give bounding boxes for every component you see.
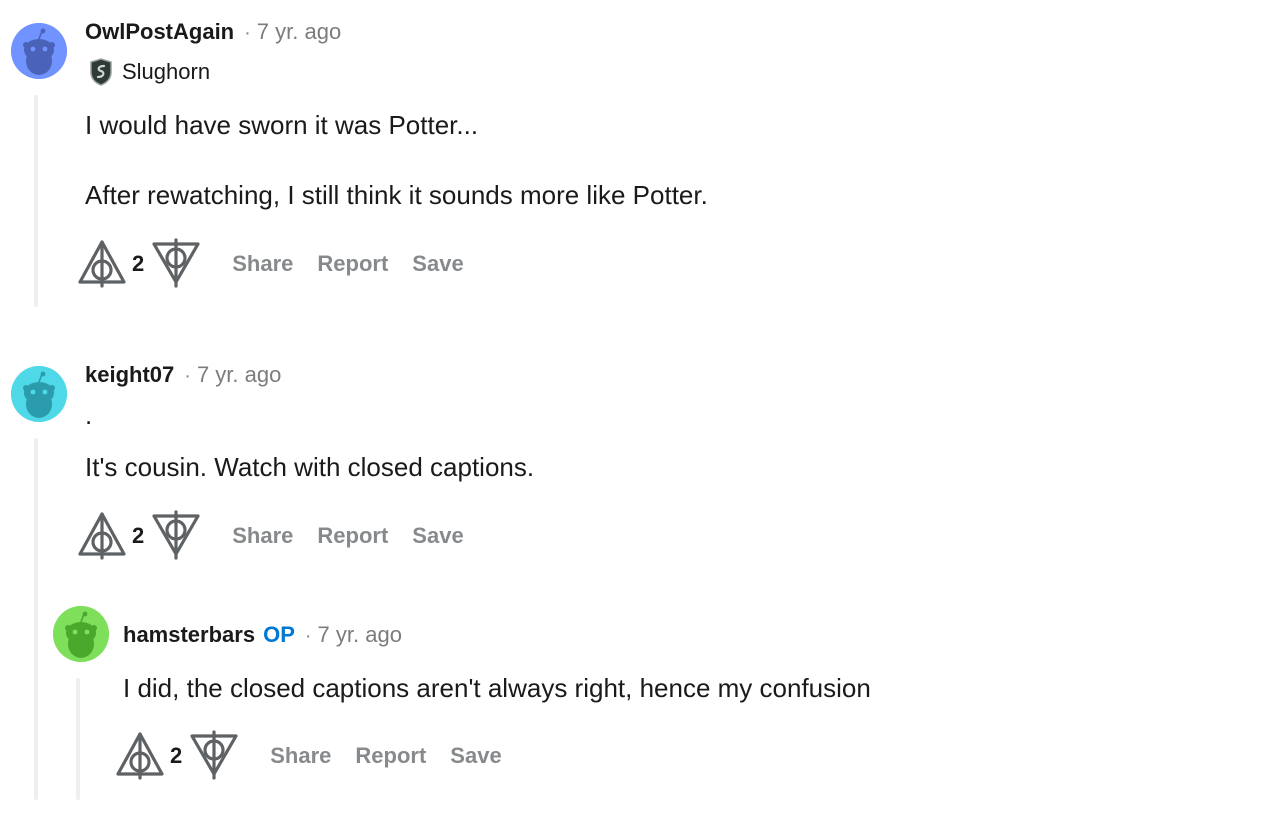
- flair-text: Slughorn: [122, 59, 211, 84]
- share-button[interactable]: Share: [232, 251, 293, 277]
- thread-line[interactable]: [34, 438, 38, 800]
- avatar[interactable]: [11, 23, 67, 79]
- slytherin-crest-icon: [90, 58, 112, 86]
- report-button[interactable]: Report: [317, 523, 388, 549]
- vote-score: 2: [170, 743, 183, 768]
- deathly-hallows-upvote-icon[interactable]: [76, 510, 128, 562]
- snoo-avatar-icon: [11, 23, 67, 79]
- avatar[interactable]: [53, 606, 109, 662]
- save-button[interactable]: Save: [412, 523, 463, 549]
- deathly-hallows-upvote-icon[interactable]: [76, 238, 128, 290]
- comment-actions: 2 Share Report Save: [76, 510, 464, 562]
- share-button[interactable]: Share: [232, 523, 293, 549]
- timestamp[interactable]: 7 yr. ago: [197, 362, 281, 388]
- meta-separator: ·: [184, 365, 191, 387]
- timestamp[interactable]: 7 yr. ago: [257, 19, 341, 45]
- comment-body-line: I would have sworn it was Potter...: [85, 110, 479, 140]
- report-button[interactable]: Report: [355, 743, 426, 769]
- comment-actions: 2 Share Report Save: [114, 730, 502, 782]
- comment-body-line: After rewatching, I still think it sound…: [85, 180, 708, 210]
- author-name[interactable]: keight07: [85, 362, 174, 388]
- comment-body-line: It's cousin. Watch with closed captions.: [85, 452, 535, 482]
- user-flair: Slughorn: [88, 58, 210, 86]
- deathly-hallows-downvote-icon[interactable]: [150, 238, 202, 290]
- vote-score: 2: [132, 251, 145, 276]
- meta-separator: ·: [304, 625, 312, 647]
- thread-line[interactable]: [34, 95, 38, 307]
- vote-score: 2: [132, 523, 145, 548]
- comment-actions: 2 Share Report Save: [76, 238, 464, 290]
- deathly-hallows-downvote-icon[interactable]: [188, 730, 240, 782]
- snoo-avatar-icon: [11, 366, 67, 422]
- save-button[interactable]: Save: [450, 743, 501, 769]
- deathly-hallows-upvote-icon[interactable]: [114, 730, 166, 782]
- share-button[interactable]: Share: [270, 743, 331, 769]
- comment-meta: keight07 · 7 yr. ago: [85, 362, 281, 388]
- comment-body-line: I did, the closed captions aren't always…: [123, 673, 871, 703]
- author-name[interactable]: hamsterbars: [123, 622, 255, 648]
- comment-meta: OwlPostAgain · 7 yr. ago: [85, 19, 341, 45]
- snoo-avatar-icon: [53, 606, 109, 662]
- report-button[interactable]: Report: [317, 251, 388, 277]
- thread-line[interactable]: [76, 678, 80, 800]
- meta-separator: ·: [244, 22, 251, 44]
- op-badge: OP: [263, 622, 295, 647]
- comment-meta: hamsterbars OP · 7 yr. ago: [123, 622, 402, 648]
- author-name[interactable]: OwlPostAgain: [85, 19, 234, 45]
- timestamp[interactable]: 7 yr. ago: [318, 622, 402, 648]
- save-button[interactable]: Save: [412, 251, 463, 277]
- comment-body-line: .: [85, 400, 93, 430]
- avatar[interactable]: [11, 366, 67, 422]
- deathly-hallows-downvote-icon[interactable]: [150, 510, 202, 562]
